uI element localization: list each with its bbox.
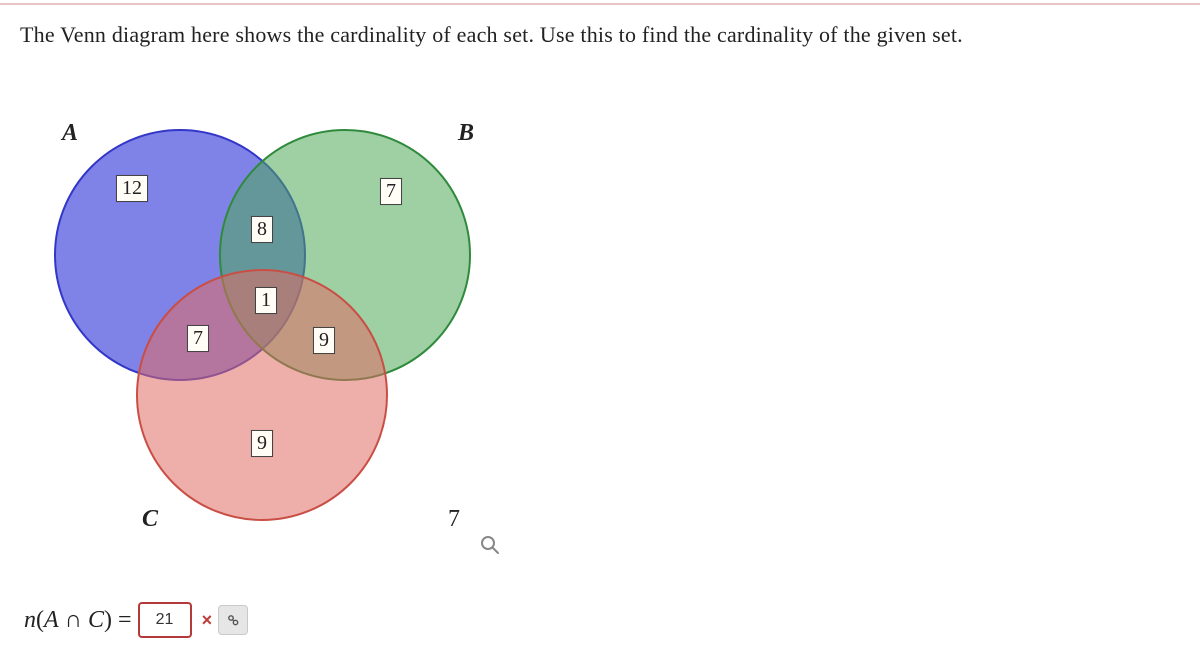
answer-row: n(A ∩ C) = × [24,602,248,638]
region-A-only: 12 [116,175,148,202]
answer-input[interactable] [138,602,192,638]
venn-svg [30,80,550,560]
top-divider [0,3,1200,5]
zoom-icon[interactable] [480,535,500,560]
incorrect-icon: × [202,610,213,631]
question-prompt: The Venn diagram here shows the cardinal… [20,22,963,48]
region-C-only: 9 [251,430,273,457]
retry-button[interactable] [218,605,248,635]
region-AB: 8 [251,216,273,243]
set-C-label: C [142,506,158,533]
region-B-only: 7 [380,178,402,205]
set-B-label: B [458,120,474,147]
answer-expression: n(A ∩ C) = [24,607,132,634]
region-BC: 9 [313,327,335,354]
region-AC: 7 [187,325,209,352]
venn-diagram: A B C 7 12 7 8 1 7 9 9 [30,80,550,560]
set-A-label: A [62,120,78,147]
outside-region-value: 7 [448,506,460,533]
region-ABC: 1 [255,287,277,314]
